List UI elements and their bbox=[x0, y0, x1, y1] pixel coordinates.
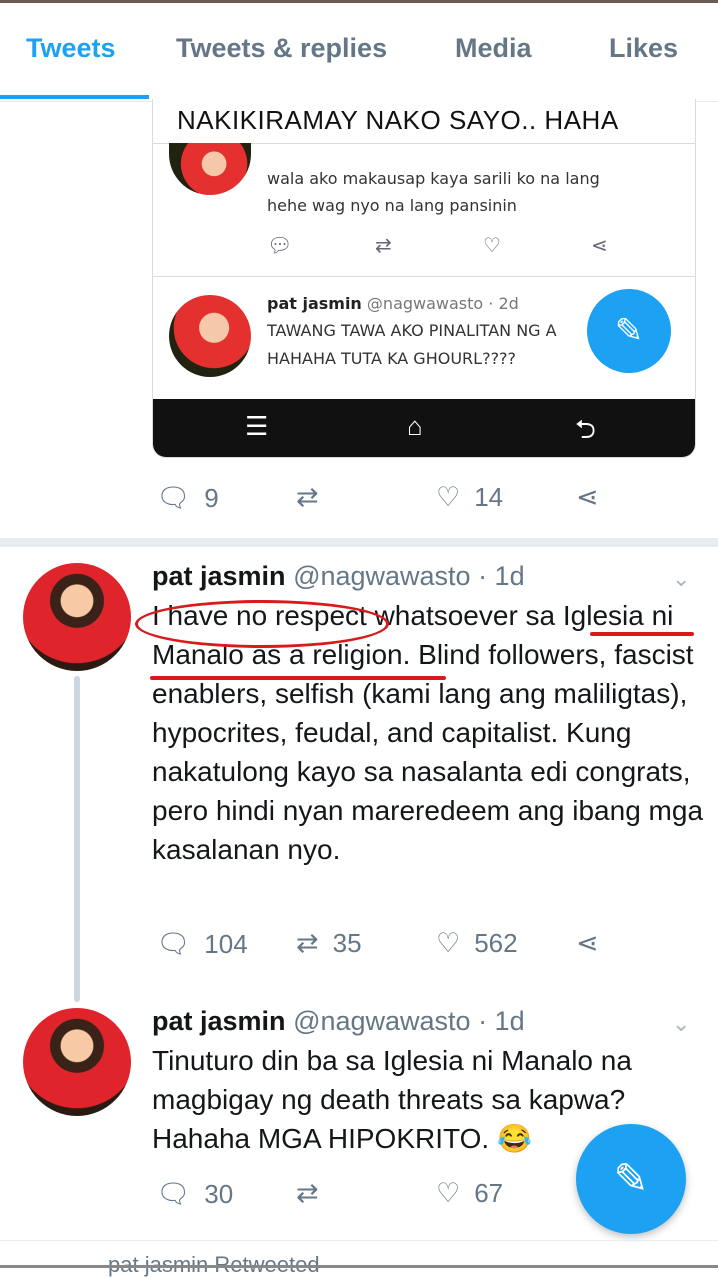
thread-connector bbox=[74, 676, 80, 1002]
image-avatar bbox=[169, 143, 251, 195]
like-button[interactable]: ♡ 67 bbox=[436, 1178, 503, 1209]
image-avatar bbox=[169, 295, 251, 377]
tweet-divider bbox=[0, 538, 718, 547]
chevron-down-icon[interactable]: ⌄ bbox=[672, 1011, 690, 1037]
retweet-count: 35 bbox=[332, 928, 362, 958]
reply-button[interactable]: 🗨︎ 30 bbox=[156, 1178, 233, 1210]
annotation-underline bbox=[150, 676, 446, 680]
retweet-icon: ⇄ bbox=[296, 1178, 319, 1208]
image-reply-line: HAHAHA TUTA KA GHOURL???? bbox=[267, 349, 517, 368]
back-icon: ⮌ bbox=[575, 414, 596, 444]
author-name[interactable]: pat jasmin bbox=[152, 561, 286, 591]
annotation-underline bbox=[590, 632, 694, 636]
menu-icon: ☰ bbox=[245, 411, 269, 441]
home-icon: ⌂ bbox=[407, 411, 423, 441]
android-nav-bar: ☰ ⌂ ⮌ bbox=[153, 399, 695, 457]
image-action-bar: 💬︎ ⇄ ♡ ⋖ bbox=[267, 233, 627, 259]
reply-count: 9 bbox=[204, 482, 219, 513]
like-count: 67 bbox=[474, 1178, 504, 1208]
image-reply-line: TAWANG TAWA AKO PINALITAN NG A bbox=[267, 321, 557, 340]
retweet-icon: ⇄ bbox=[296, 928, 319, 958]
image-reply-line: wala ako makausap kaya sarili ko na lang bbox=[267, 169, 600, 188]
tweet-action-bar: 🗨︎ 9 ⇄ ♡ 14 ⋖ bbox=[152, 482, 632, 516]
share-icon: ⋖ bbox=[591, 235, 608, 257]
tweet-action-bar: 🗨︎ 30 ⇄ ♡ 67 bbox=[152, 1178, 632, 1212]
heart-icon: ♡ bbox=[436, 482, 461, 512]
reply-icon: 🗨︎ bbox=[156, 1179, 191, 1209]
reply-button[interactable]: 🗨︎ 104 bbox=[156, 928, 248, 960]
annotation-circle bbox=[135, 600, 389, 648]
tweet-image-attachment[interactable]: NAKIKIRAMAY NAKO SAYO.. HAHA wala ako ma… bbox=[152, 99, 696, 458]
reply-count: 30 bbox=[204, 1178, 234, 1209]
avatar[interactable] bbox=[23, 1008, 131, 1116]
tab-tweets[interactable]: Tweets bbox=[26, 33, 116, 64]
reply-icon: 🗨︎ bbox=[156, 929, 191, 959]
heart-icon: ♡ bbox=[483, 235, 501, 257]
author-name[interactable]: pat jasmin bbox=[152, 1006, 286, 1036]
compose-icon: ✎ bbox=[613, 1155, 649, 1202]
image-reply-handle: @nagwawasto · 2d bbox=[366, 294, 519, 313]
chevron-down-icon[interactable]: ⌄ bbox=[672, 566, 690, 592]
reply-count: 104 bbox=[204, 928, 248, 959]
heart-icon: ♡ bbox=[436, 1178, 461, 1208]
reply-icon: 🗨︎ bbox=[156, 483, 191, 513]
image-divider bbox=[153, 276, 695, 277]
image-reply-line: hehe wag nyo na lang pansinin bbox=[267, 196, 517, 215]
compose-tweet-button[interactable]: ✎ bbox=[576, 1124, 686, 1234]
heart-icon: ♡ bbox=[436, 928, 461, 958]
tab-media[interactable]: Media bbox=[455, 33, 532, 64]
avatar[interactable] bbox=[23, 563, 131, 671]
image-reply-name: pat jasmin bbox=[267, 294, 362, 313]
active-tab-indicator bbox=[0, 95, 149, 99]
author-handle: @nagwawasto · 1d bbox=[293, 1006, 525, 1036]
tweet-header: pat jasmin @nagwawasto · 1d bbox=[152, 1006, 525, 1037]
author-handle: @nagwawasto · 1d bbox=[293, 561, 525, 591]
reply-button[interactable]: 🗨︎ 9 bbox=[156, 482, 219, 514]
retweet-button[interactable]: ⇄ 35 bbox=[296, 928, 362, 959]
retweet-icon: ⇄ bbox=[296, 482, 319, 512]
share-icon: ⋖ bbox=[576, 482, 599, 512]
tweet-divider bbox=[0, 1240, 718, 1241]
tweet-header: pat jasmin @nagwawasto · 1d bbox=[152, 561, 525, 592]
like-count: 562 bbox=[474, 928, 518, 958]
like-button[interactable]: ♡ 14 bbox=[436, 482, 503, 513]
share-button[interactable]: ⋖ bbox=[576, 928, 613, 959]
retweet-button[interactable]: ⇄ bbox=[296, 1178, 333, 1209]
reply-icon: 💬︎ bbox=[267, 235, 293, 257]
like-button[interactable]: ♡ 562 bbox=[436, 928, 518, 959]
share-icon: ⋖ bbox=[576, 928, 599, 958]
like-count: 14 bbox=[474, 482, 504, 512]
retweet-button[interactable]: ⇄ bbox=[296, 482, 333, 513]
share-button[interactable]: ⋖ bbox=[576, 482, 613, 513]
tab-likes[interactable]: Likes bbox=[609, 33, 678, 64]
compose-icon: ✎ bbox=[587, 289, 671, 373]
profile-tabs: Tweets Tweets & replies Media Likes bbox=[0, 3, 718, 102]
image-reply-header: pat jasmin @nagwawasto · 2d bbox=[267, 294, 519, 313]
tab-tweets-replies[interactable]: Tweets & replies bbox=[176, 33, 387, 64]
retweet-icon: ⇄ bbox=[375, 235, 392, 257]
tweet-action-bar: 🗨︎ 104 ⇄ 35 ♡ 562 ⋖ bbox=[152, 928, 632, 962]
image-caption: NAKIKIRAMAY NAKO SAYO.. HAHA bbox=[177, 105, 619, 135]
